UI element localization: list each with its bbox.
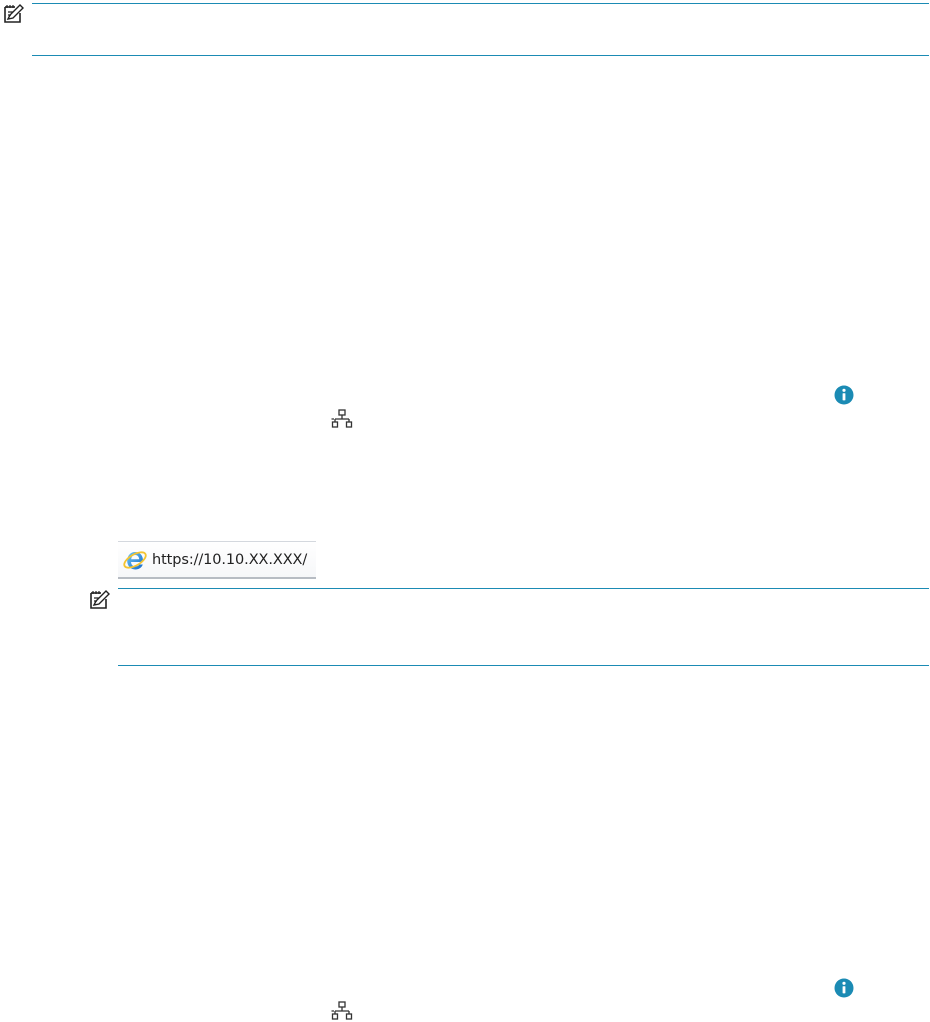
browser-address-bar: https://10.10.XX.XXX/ (118, 541, 316, 579)
note-top-rule (118, 588, 929, 589)
note-bottom-rule (32, 55, 929, 56)
internet-explorer-icon (123, 550, 147, 569)
address-url-text: https://10.10.XX.XXX/ (152, 551, 308, 568)
network-icon (331, 1001, 353, 1020)
network-icon (331, 409, 353, 428)
note-bottom-rule (118, 665, 929, 666)
info-icon (834, 385, 854, 405)
note-icon (4, 4, 24, 23)
info-icon (834, 978, 854, 998)
note-icon (90, 590, 110, 609)
note-top-rule (32, 3, 929, 4)
